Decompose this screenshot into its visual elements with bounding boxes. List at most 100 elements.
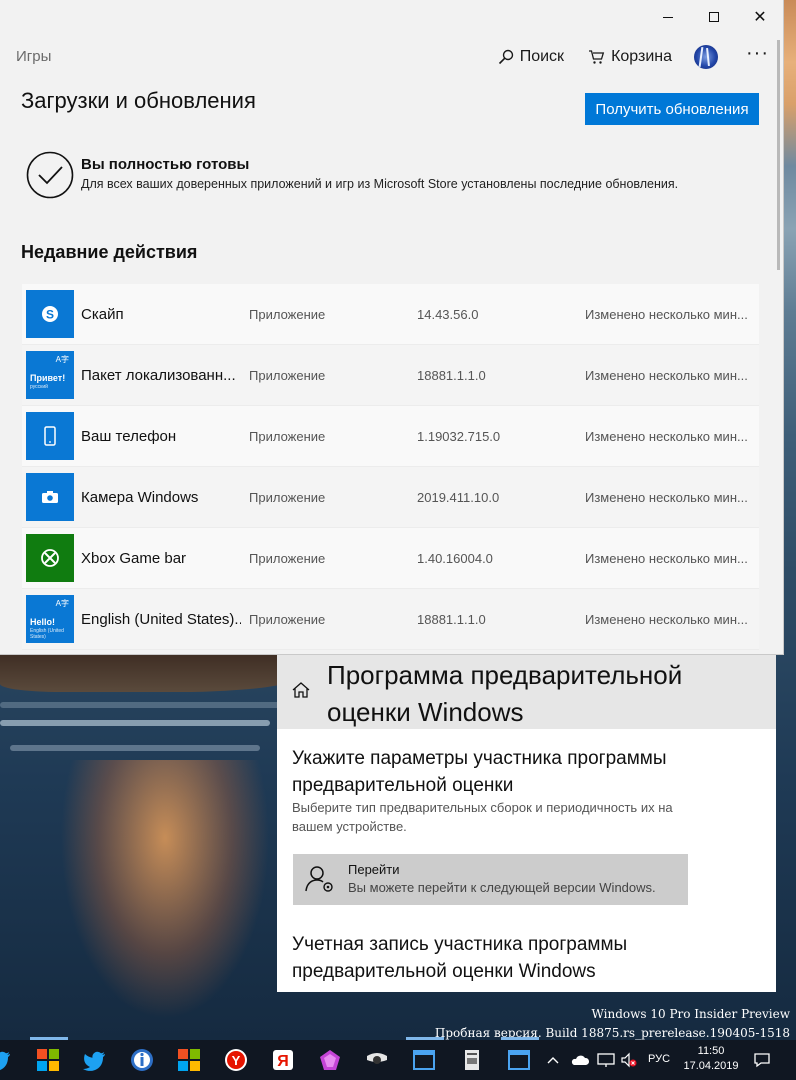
app-name: Xbox Game bar <box>81 549 187 567</box>
settings-title: Программа предварительной оценки Windows <box>327 660 683 727</box>
clock-date: 17.04.2019 <box>683 1060 739 1072</box>
search-icon <box>498 49 513 65</box>
wallpaper-sun-reflection <box>60 760 270 1020</box>
maximize-button[interactable] <box>691 0 737 34</box>
app-version: 18881.1.1.0 <box>417 611 486 627</box>
search-label: Поиск <box>519 48 565 65</box>
active-indicator <box>30 1037 68 1040</box>
top-navigation: Поиск Корзина ··· <box>474 42 769 72</box>
xbox-icon <box>26 534 74 582</box>
active-indicator <box>501 1037 539 1040</box>
camera-icon <box>26 473 74 521</box>
language-glyph-icon: A字 <box>55 599 69 608</box>
network-icon[interactable] <box>596 1048 616 1072</box>
svg-text:Y: Y <box>232 1053 241 1068</box>
app-version: 18881.1.1.0 <box>417 367 486 383</box>
list-item[interactable]: Xbox Game bar Приложение 1.40.16004.0 Из… <box>22 528 759 589</box>
app-type: Приложение <box>249 428 326 444</box>
app-name: Ваш телефон <box>81 427 177 445</box>
check-circle-icon <box>26 151 74 199</box>
more-options-button[interactable]: ··· <box>746 43 769 66</box>
list-item[interactable]: Ваш телефон Приложение 1.19032.715.0 Изм… <box>22 406 759 467</box>
app-name: Камера Windows <box>81 488 199 506</box>
window-app-icon[interactable] <box>412 1048 436 1072</box>
app-name: Скайп <box>81 305 124 323</box>
tile-text: Привет! <box>30 373 66 383</box>
chevron-up-icon[interactable] <box>545 1048 561 1072</box>
app-version: 14.43.56.0 <box>417 306 479 322</box>
language-pack-icon: A字 Hello! English (United States) <box>26 595 74 643</box>
volume-muted-icon[interactable] <box>620 1048 640 1072</box>
app-type: Приложение <box>249 367 326 383</box>
close-button[interactable]: ✕ <box>737 0 783 34</box>
window-controls: ✕ <box>645 0 783 34</box>
settings-header: Программа предварительной оценки Windows <box>277 655 776 729</box>
card-subtitle: Вы можете перейти к следующей версии Win… <box>348 880 656 895</box>
microsoft-store-icon-2[interactable] <box>177 1048 201 1072</box>
go-to-option-card[interactable]: Перейти Вы можете перейти к следующей ве… <box>293 854 688 905</box>
maximize-icon <box>709 12 719 22</box>
input-language[interactable]: РУС <box>648 1053 670 1065</box>
app-name: Пакет локализованн... <box>81 366 236 384</box>
section-label[interactable]: Игры <box>16 48 51 65</box>
home-icon[interactable] <box>291 681 311 699</box>
clock-time: 11:50 <box>697 1045 725 1057</box>
tile-subtext: English (United States) <box>30 628 64 640</box>
notifications-icon[interactable] <box>752 1048 772 1072</box>
yandex-icon[interactable]: Я <box>271 1048 295 1072</box>
settings-description: Выберите тип предварительных сборок и пе… <box>292 800 673 834</box>
tile-subtext: русский <box>30 384 48 390</box>
wallpaper-wave <box>10 745 260 751</box>
app-type: Приложение <box>249 489 326 505</box>
minimize-button[interactable] <box>645 0 691 34</box>
user-avatar[interactable] <box>694 45 719 69</box>
recent-activity-list: S Скайп Приложение 14.43.56.0 Изменено н… <box>22 284 759 650</box>
cart-button[interactable]: Корзина <box>588 48 672 66</box>
list-item[interactable]: Камера Windows Приложение 2019.411.10.0 … <box>22 467 759 528</box>
app-status: Изменено несколько мин... <box>585 367 748 383</box>
app-type: Приложение <box>249 611 326 627</box>
scrollbar[interactable] <box>777 40 780 270</box>
app-name: English (United States)... <box>81 610 241 628</box>
wallpaper-rocks <box>0 652 300 692</box>
status-description: Для всех ваших доверенных приложений и и… <box>81 177 679 191</box>
language-glyph-icon: A字 <box>55 355 69 364</box>
watermark-line-1: Windows 10 Pro Insider Preview <box>591 1007 790 1021</box>
get-updates-button[interactable]: Получить обновления <box>585 93 759 125</box>
tile-text: Hello! <box>30 617 56 627</box>
settings-heading: Укажите параметры участника программы пр… <box>292 748 667 796</box>
card-title: Перейти <box>348 862 400 877</box>
settings-app-icon[interactable] <box>507 1048 531 1072</box>
list-item[interactable]: A字 Hello! English (United States) Englis… <box>22 589 759 650</box>
status-title: Вы полностью готовы <box>81 156 250 173</box>
language-pack-icon: A字 Привет! русский <box>26 351 74 399</box>
list-item[interactable]: A字 Привет! русский Пакет локализованн...… <box>22 345 759 406</box>
app-type: Приложение <box>249 306 326 322</box>
skype-icon: S <box>26 290 74 338</box>
list-item[interactable]: S Скайп Приложение 14.43.56.0 Изменено н… <box>22 284 759 345</box>
search-button[interactable]: Поиск <box>498 48 564 66</box>
info-app-icon[interactable] <box>130 1048 154 1072</box>
settings-heading-account: Учетная запись участника программы предв… <box>292 934 628 982</box>
clock[interactable]: 11:50 17.04.2019 <box>683 1044 739 1074</box>
close-icon: ✕ <box>753 9 767 26</box>
twitter-icon[interactable] <box>83 1048 107 1072</box>
app-status: Изменено несколько мин... <box>585 428 748 444</box>
minimize-icon <box>663 16 673 18</box>
app-status: Изменено несколько мин... <box>585 611 748 627</box>
svg-text:Я: Я <box>277 1053 289 1070</box>
user-settings-icon <box>305 866 333 892</box>
twitter-partial-icon[interactable] <box>0 1048 12 1072</box>
onedrive-icon[interactable] <box>570 1048 590 1072</box>
yandex-browser-icon[interactable]: Y <box>224 1048 248 1072</box>
cart-label: Корзина <box>611 48 673 65</box>
security-camera-icon[interactable] <box>365 1048 389 1072</box>
microsoft-store-icon[interactable] <box>36 1048 60 1072</box>
wallpaper-wave <box>0 720 270 726</box>
taskbar <box>0 1040 796 1080</box>
gem-app-icon[interactable] <box>318 1048 342 1072</box>
build-watermark: Windows 10 Pro Insider Preview Пробная в… <box>435 1005 790 1043</box>
app-version: 1.19032.715.0 <box>417 428 501 444</box>
settings-window: Программа предварительной оценки Windows… <box>277 655 776 992</box>
file-app-icon[interactable] <box>460 1048 484 1072</box>
